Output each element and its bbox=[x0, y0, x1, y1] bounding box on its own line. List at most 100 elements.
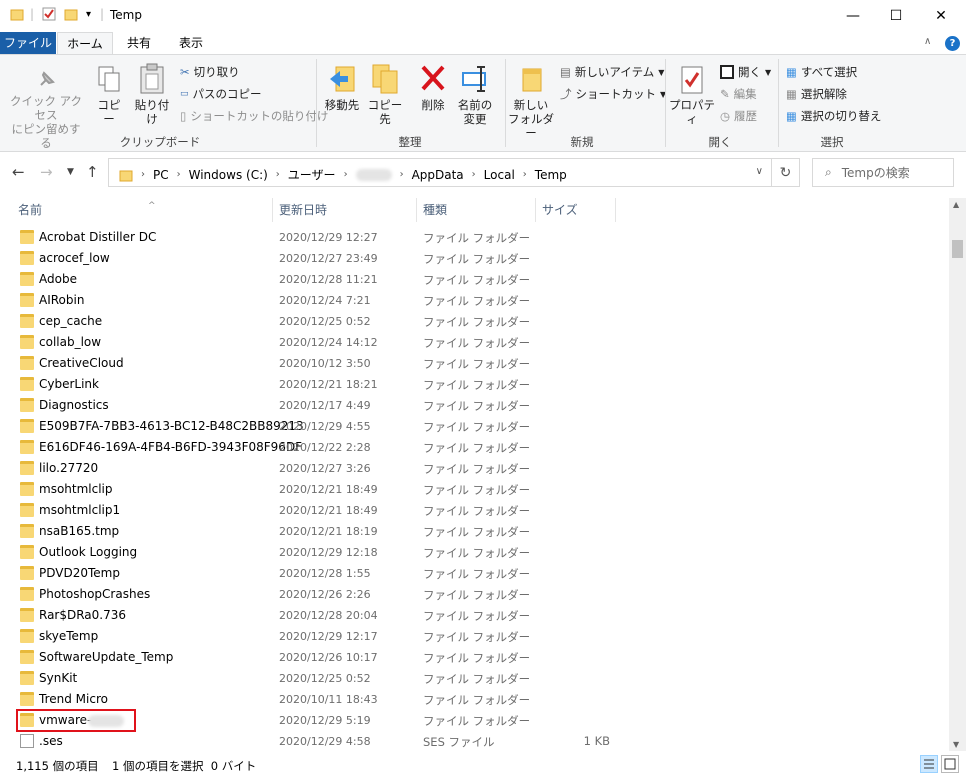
easy-access-button[interactable]: ⤴ ショートカット ▼ bbox=[560, 86, 666, 102]
column-header-date[interactable]: 更新日時 bbox=[273, 198, 417, 222]
file-row[interactable]: .ses 2020/12/29 4:58 SES ファイル 1 KB bbox=[0, 731, 950, 752]
up-arrow-icon[interactable]: ↑ bbox=[86, 163, 99, 181]
file-row[interactable]: vmware- 2020/12/29 5:19 ファイル フォルダー bbox=[0, 710, 950, 731]
copy-path-button[interactable]: ▭ パスのコピー bbox=[180, 86, 262, 102]
collapse-ribbon-icon[interactable]: ∧ bbox=[924, 36, 931, 47]
file-row[interactable]: skyeTemp 2020/12/29 12:17 ファイル フォルダー bbox=[0, 626, 950, 647]
file-row[interactable]: Trend Micro 2020/10/11 18:43 ファイル フォルダー bbox=[0, 689, 950, 710]
file-name: msohtmlclip1 bbox=[39, 503, 121, 517]
paste-button[interactable]: 貼り付け bbox=[130, 63, 174, 126]
file-row[interactable]: CyberLink 2020/12/21 18:21 ファイル フォルダー bbox=[0, 374, 950, 395]
cut-button[interactable]: ✂ 切り取り bbox=[180, 64, 240, 80]
file-row[interactable]: CreativeCloud 2020/10/12 3:50 ファイル フォルダー bbox=[0, 353, 950, 374]
file-name: Diagnostics bbox=[39, 398, 109, 412]
help-icon[interactable]: ? bbox=[945, 36, 960, 51]
file-type: ファイル フォルダー bbox=[423, 630, 531, 644]
folder-icon bbox=[119, 170, 133, 181]
file-row[interactable]: AIRobin 2020/12/24 7:21 ファイル フォルダー bbox=[0, 290, 950, 311]
folder-icon bbox=[20, 419, 34, 433]
select-none-button[interactable]: ▦ 選択解除 bbox=[786, 86, 847, 102]
edit-button[interactable]: ✎ 編集 bbox=[720, 86, 757, 102]
file-row[interactable]: acrocef_low 2020/12/27 23:49 ファイル フォルダー bbox=[0, 248, 950, 269]
breadcrumb-username-redacted[interactable] bbox=[355, 168, 392, 181]
file-row[interactable]: PhotoshopCrashes 2020/12/26 2:26 ファイル フォルダ… bbox=[0, 584, 950, 605]
delete-button[interactable]: 削除 bbox=[416, 63, 450, 112]
folder-icon bbox=[20, 524, 34, 538]
column-header-type[interactable]: 種類 bbox=[417, 198, 536, 222]
minimize-button[interactable]: — bbox=[830, 0, 876, 32]
tab-view[interactable]: 表示 bbox=[166, 32, 216, 54]
edit-label: 編集 bbox=[733, 87, 757, 101]
breadcrumb-temp[interactable]: Temp bbox=[535, 168, 567, 182]
scrollbar-thumb[interactable] bbox=[952, 240, 963, 258]
breadcrumb-drive[interactable]: Windows (C:) bbox=[189, 168, 268, 182]
recent-locations-icon[interactable]: ▼ bbox=[67, 167, 74, 177]
copy-button[interactable]: コピー bbox=[92, 65, 126, 126]
copy-to-button[interactable]: コピー先 bbox=[364, 63, 406, 126]
file-name: PDVD20Temp bbox=[39, 566, 120, 580]
breadcrumb-appdata[interactable]: AppData bbox=[412, 168, 464, 182]
address-bar[interactable]: › PC › Windows (C:) › ユーザー › › AppData ›… bbox=[108, 158, 772, 187]
forward-arrow-icon[interactable]: → bbox=[40, 163, 53, 181]
new-item-button[interactable]: ▤ 新しいアイテム ▼ bbox=[560, 64, 664, 80]
scroll-up-icon[interactable]: ▲ bbox=[953, 200, 959, 209]
select-none-icon: ▦ bbox=[786, 87, 797, 101]
history-button[interactable]: ◷ 履歴 bbox=[720, 108, 757, 124]
maximize-button[interactable]: ☐ bbox=[873, 0, 919, 32]
properties-button[interactable]: プロパティ bbox=[668, 65, 716, 126]
folder-icon bbox=[20, 461, 34, 475]
new-folder-button[interactable]: 新しい フォルダー bbox=[508, 63, 554, 140]
item-count: 1,115 個の項目 bbox=[16, 759, 99, 773]
rename-button[interactable]: 名前の 変更 bbox=[454, 63, 496, 126]
file-row[interactable]: Outlook Logging 2020/12/29 12:18 ファイル フォルダ… bbox=[0, 542, 950, 563]
file-row[interactable]: Rar$DRa0.736 2020/12/28 20:04 ファイル フォルダー bbox=[0, 605, 950, 626]
file-row[interactable]: Diagnostics 2020/12/17 4:49 ファイル フォルダー bbox=[0, 395, 950, 416]
scroll-down-icon[interactable]: ▼ bbox=[953, 740, 959, 749]
column-header-name[interactable]: 名前 ^ bbox=[12, 198, 273, 222]
file-row[interactable]: cep_cache 2020/12/25 0:52 ファイル フォルダー bbox=[0, 311, 950, 332]
back-arrow-icon[interactable]: ← bbox=[12, 163, 25, 181]
invert-selection-button[interactable]: ▦ 選択の切り替え bbox=[786, 108, 881, 124]
open-button[interactable]: 開く ▼ bbox=[720, 64, 771, 80]
close-button[interactable]: ✕ bbox=[918, 0, 964, 32]
file-row[interactable]: Adobe 2020/12/28 11:21 ファイル フォルダー bbox=[0, 269, 950, 290]
breadcrumb-users[interactable]: ユーザー bbox=[288, 166, 336, 183]
file-row[interactable]: msohtmlclip1 2020/12/21 18:49 ファイル フォルダー bbox=[0, 500, 950, 521]
file-row[interactable]: lilo.27720 2020/12/27 3:26 ファイル フォルダー bbox=[0, 458, 950, 479]
tab-file[interactable]: ファイル bbox=[0, 32, 56, 54]
file-row[interactable]: E509B7FA-7BB3-4613-BC12-B48C2BB89213 2020… bbox=[0, 416, 950, 437]
customize-quick-access-icon[interactable]: ▾ bbox=[86, 9, 91, 20]
file-row[interactable]: Acrobat Distiller DC 2020/12/29 12:27 ファイル… bbox=[0, 227, 950, 248]
vertical-scrollbar[interactable]: ▲ ▼ bbox=[949, 198, 966, 751]
paste-shortcut-button[interactable]: ▯ ショートカットの貼り付け bbox=[180, 108, 328, 124]
paste-icon bbox=[140, 63, 164, 94]
new-folder-icon[interactable] bbox=[64, 7, 78, 21]
file-row[interactable]: SynKit 2020/12/25 0:52 ファイル フォルダー bbox=[0, 668, 950, 689]
properties-icon[interactable] bbox=[42, 7, 56, 21]
details-view-button[interactable] bbox=[920, 755, 938, 773]
file-row[interactable]: collab_low 2020/12/24 14:12 ファイル フォルダー bbox=[0, 332, 950, 353]
file-name: SynKit bbox=[39, 671, 78, 685]
chevron-right-icon: › bbox=[343, 169, 348, 180]
column-header-size[interactable]: サイズ bbox=[536, 198, 616, 222]
new-folder-label: 新しい フォルダー bbox=[508, 98, 554, 140]
large-icons-view-button[interactable] bbox=[941, 755, 959, 773]
tab-share[interactable]: 共有 bbox=[114, 32, 164, 54]
select-all-button[interactable]: ▦ すべて選択 bbox=[786, 64, 857, 80]
folder-icon bbox=[20, 335, 34, 349]
pin-quick-access-button[interactable]: クイック アクセス にピン留めする bbox=[6, 69, 86, 150]
file-row[interactable]: SoftwareUpdate_Temp 2020/12/26 10:17 ファイル … bbox=[0, 647, 950, 668]
file-row[interactable]: msohtmlclip 2020/12/21 18:49 ファイル フォルダー bbox=[0, 479, 950, 500]
address-dropdown-icon[interactable]: ∨ bbox=[756, 166, 763, 177]
breadcrumb-pc[interactable]: PC bbox=[153, 168, 169, 182]
tab-home[interactable]: ホーム bbox=[57, 32, 113, 55]
file-size: 1 KB bbox=[583, 734, 610, 748]
search-input[interactable]: ⌕ Tempの検索 bbox=[812, 158, 954, 187]
file-row[interactable]: nsaB165.tmp 2020/12/21 18:19 ファイル フォルダー bbox=[0, 521, 950, 542]
refresh-button[interactable]: ↻ bbox=[772, 158, 800, 187]
file-row[interactable]: PDVD20Temp 2020/12/28 1:55 ファイル フォルダー bbox=[0, 563, 950, 584]
file-row[interactable]: E616DF46-169A-4FB4-B6FD-3943F08F96DF 2020… bbox=[0, 437, 950, 458]
breadcrumb-local[interactable]: Local bbox=[484, 168, 515, 182]
file-date: 2020/12/21 18:19 bbox=[279, 525, 378, 538]
move-to-button[interactable]: 移動先 bbox=[322, 63, 362, 112]
